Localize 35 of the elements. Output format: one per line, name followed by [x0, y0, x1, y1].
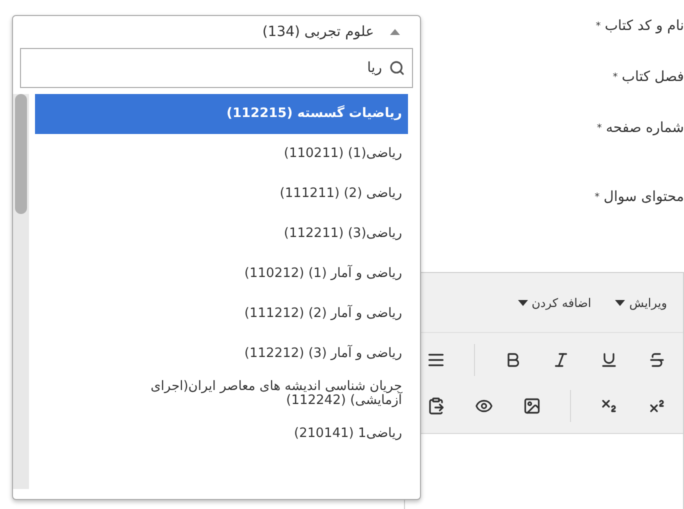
superscript-icon: [648, 397, 666, 415]
strikethrough-icon: [648, 351, 666, 369]
menu-button[interactable]: اضافه کردن: [518, 294, 592, 312]
dropdown-select[interactable]: علوم تجربی (134): [13, 16, 420, 48]
field-label: شماره صفحه: [606, 119, 684, 138]
dropdown-option[interactable]: ریاضیات گسسته (112215): [35, 94, 408, 134]
justify-icon: [427, 351, 445, 369]
required-mark: *: [594, 191, 600, 205]
search-field[interactable]: ریا: [20, 48, 413, 88]
scrollbar[interactable]: [13, 94, 29, 489]
dropdown-option[interactable]: ریاضی (2) (111211): [35, 174, 408, 214]
subscript-icon: [600, 397, 618, 415]
dropdown-option[interactable]: ریاضی و آمار (2) (111212): [35, 294, 408, 334]
required-mark: *: [596, 20, 601, 34]
dropdown-option[interactable]: ریاضی و آمار (1) (110212): [35, 254, 408, 294]
field-label: فصل کتاب: [622, 68, 684, 87]
required-mark: *: [596, 122, 602, 136]
dropdown-option[interactable]: ریاضی1 (210141): [35, 414, 408, 454]
field-label: نام و کد کتاب: [604, 17, 684, 36]
field-label: محتوای سوال: [604, 188, 684, 207]
dropdown-option[interactable]: ریاضی و آمار (3) (112212): [35, 334, 408, 374]
caret-icon: [615, 300, 626, 306]
dropdown-option[interactable]: جریان شناسی اندیشه های معاصر ایران(اجرای آزمایشی) (112242): [35, 374, 408, 414]
underline-icon: [600, 351, 618, 369]
dropdown-option[interactable]: ریاضی(1) (110211): [35, 134, 408, 174]
required-mark: *: [612, 71, 618, 85]
search-icon: [389, 60, 405, 76]
menu-button[interactable]: ویرایش: [615, 294, 667, 312]
clipboard-icon: [427, 397, 445, 415]
italic-icon: [552, 351, 570, 369]
caret-icon: [518, 300, 528, 306]
image-icon: [523, 397, 541, 415]
dropdown-option[interactable]: ریاضی(3) (112211): [35, 214, 408, 254]
scrollbar-thumb[interactable]: [15, 94, 27, 214]
eye-icon: [475, 397, 493, 415]
